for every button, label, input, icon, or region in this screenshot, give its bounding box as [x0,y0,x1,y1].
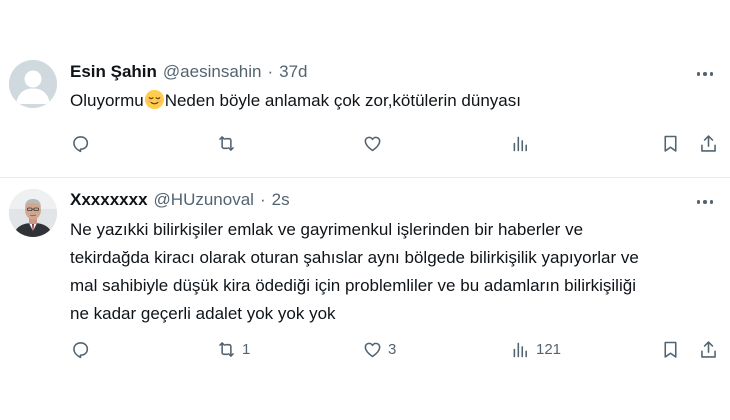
views-count: 121 [536,340,562,358]
heart-icon [364,342,381,357]
timestamp[interactable]: 37d [279,62,307,82]
share-icon [701,340,716,358]
display-name[interactable]: Xxxxxxxx [70,190,148,210]
reply-icon [73,341,89,358]
tweet[interactable]: Xxxxxxxx @HUzunoval · 2s Ne yazıkki bili… [0,178,730,420]
separator-dot: · [259,190,266,209]
share-button[interactable] [698,337,719,361]
tweet[interactable]: Esin Şahin @aesinsahin · 37d Oluyormu Ned… [0,0,730,178]
user-handle[interactable]: @aesinsahin [163,62,262,82]
tweet-text: Oluyormu Neden böyle anlamak çok zor,kötü… [70,87,720,119]
default-avatar[interactable] [9,60,57,108]
bookmark-button[interactable] [660,131,681,155]
tweet-text-part: Oluyormu [70,91,144,110]
reply-icon [73,135,89,152]
more-options-icon[interactable] [694,64,716,84]
relieved-face-emoji-icon [144,89,165,119]
tweet-text-part: Neden böyle anlamak çok zor,kötülerin dü… [164,91,521,110]
tweet-header: Xxxxxxxx @HUzunoval · 2s [70,190,290,210]
tweet-actions: 1 3 121 [70,337,720,361]
bookmark-icon [664,341,677,358]
share-icon [701,134,716,152]
like-count: 3 [388,340,397,358]
retweet-button[interactable] [216,131,242,155]
separator-dot: · [267,62,274,81]
reply-button[interactable] [70,337,91,361]
share-button[interactable] [698,131,719,155]
reply-button[interactable] [70,131,91,155]
timestamp[interactable]: 2s [272,190,290,210]
default-profile-icon [9,60,57,108]
avatar[interactable] [9,189,57,237]
profile-photo-icon [9,189,57,237]
like-button[interactable] [362,131,388,155]
more-options-icon[interactable] [694,192,716,212]
analytics-icon [513,342,527,357]
tweet-header: Esin Şahin @aesinsahin · 37d [70,62,308,82]
heart-icon [364,136,381,151]
retweet-icon [219,135,234,151]
bookmark-icon [664,135,677,152]
tweet-actions [70,131,720,155]
tweet-text: Ne yazıkki bilirkişiler emlak ve gayrime… [70,220,639,323]
analytics-icon [513,136,527,151]
retweet-count: 1 [242,340,251,358]
views-button[interactable]: 121 [510,337,561,361]
display-name[interactable]: Esin Şahin [70,62,157,82]
like-button[interactable]: 3 [362,337,396,361]
views-button[interactable] [510,131,536,155]
retweet-icon [219,341,234,357]
bookmark-button[interactable] [660,337,681,361]
retweet-button[interactable]: 1 [216,337,250,361]
user-handle[interactable]: @HUzunoval [154,190,254,210]
